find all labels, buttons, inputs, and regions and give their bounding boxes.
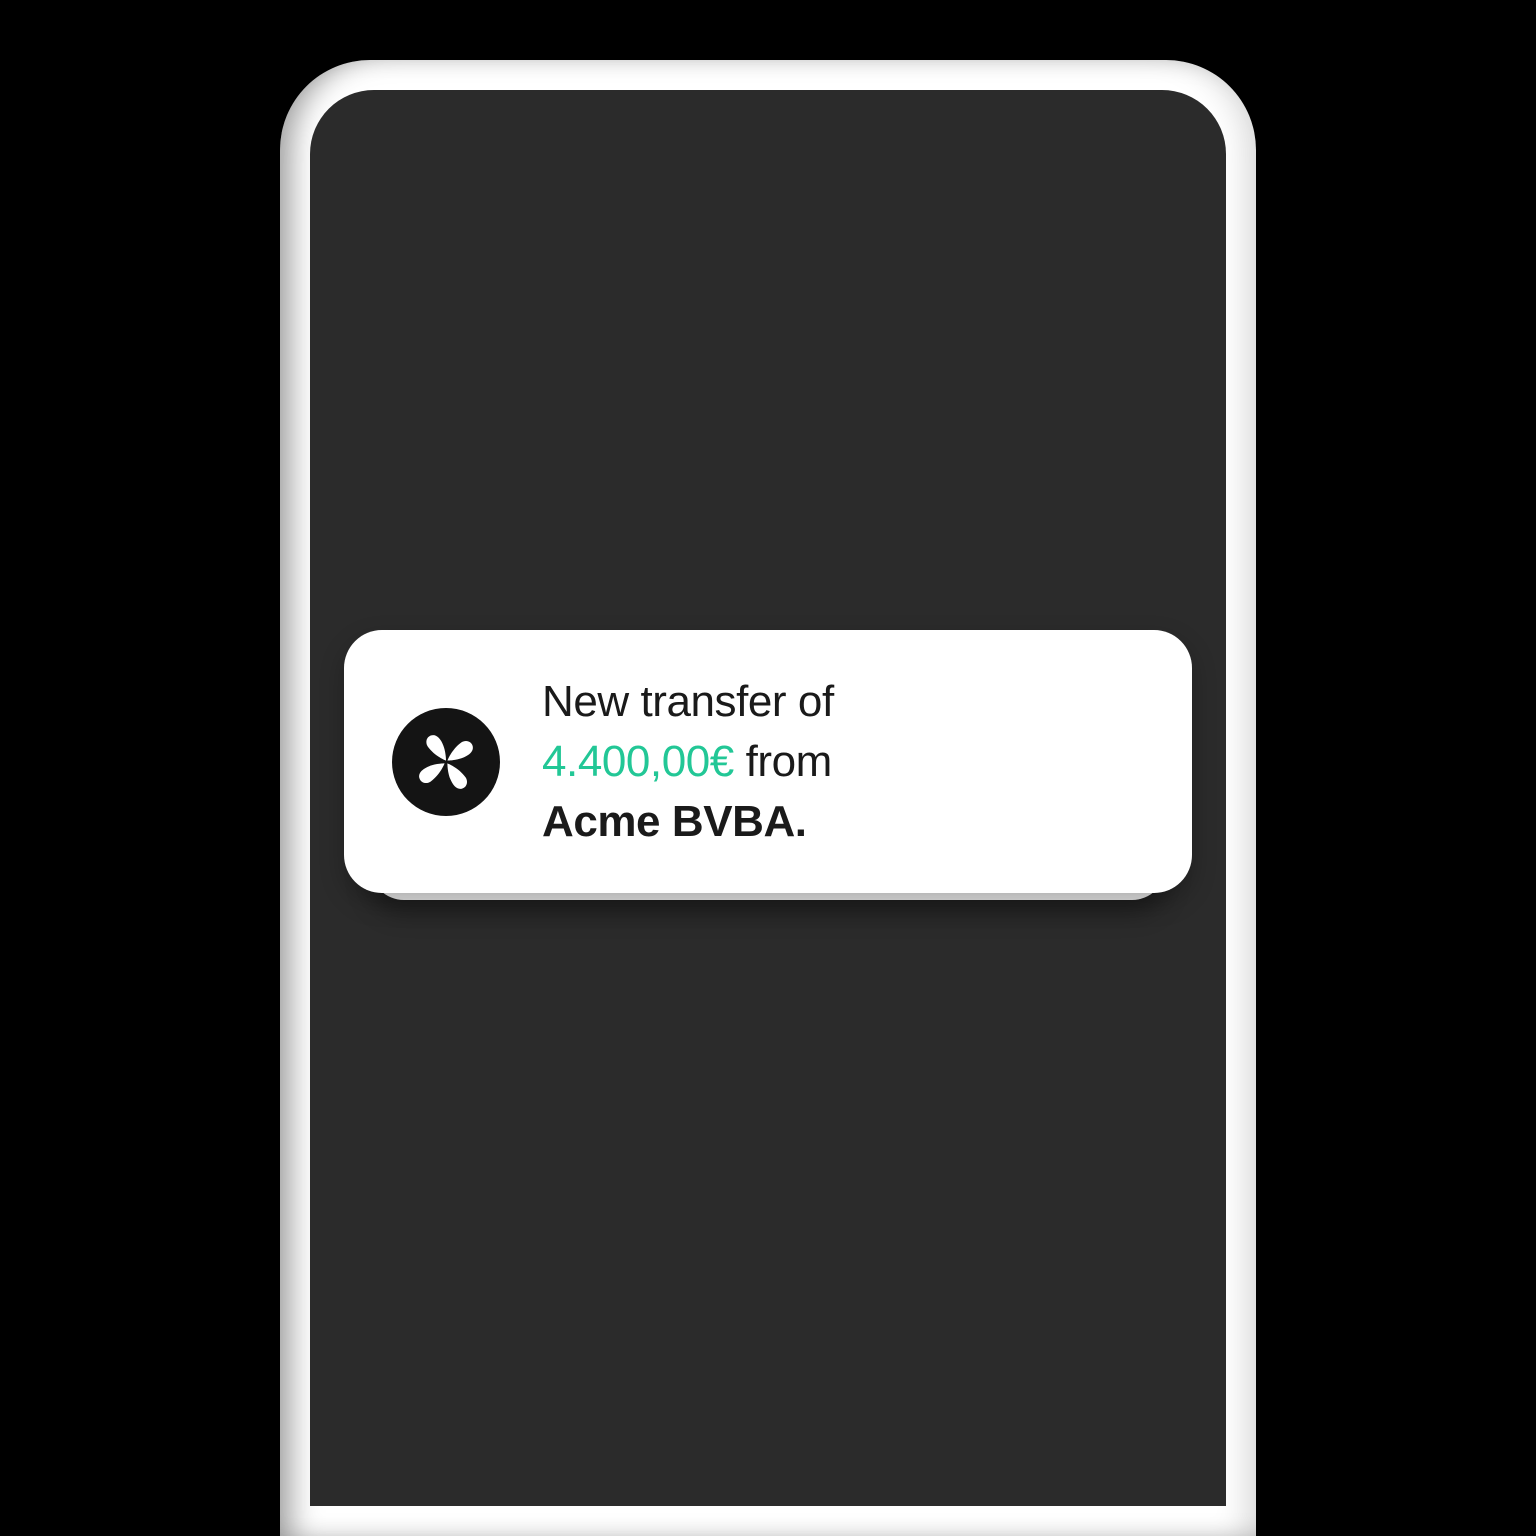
phone-frame: New transfer of 4.400,00€ from Acme BVBA… [280, 60, 1256, 1536]
notification-middle: from [734, 737, 832, 786]
phone-screen: New transfer of 4.400,00€ from Acme BVBA… [310, 90, 1226, 1506]
notification-card[interactable]: New transfer of 4.400,00€ from Acme BVBA… [344, 630, 1192, 893]
notification-sender: Acme BVBA. [542, 797, 807, 846]
app-icon-badge [392, 708, 500, 816]
notification-amount: 4.400,00€ [542, 737, 734, 786]
flower-petal-icon [411, 727, 481, 797]
notification-stack: New transfer of 4.400,00€ from Acme BVBA… [344, 630, 1192, 893]
notification-prefix: New transfer of [542, 677, 834, 726]
notification-message: New transfer of 4.400,00€ from Acme BVBA… [542, 672, 834, 851]
